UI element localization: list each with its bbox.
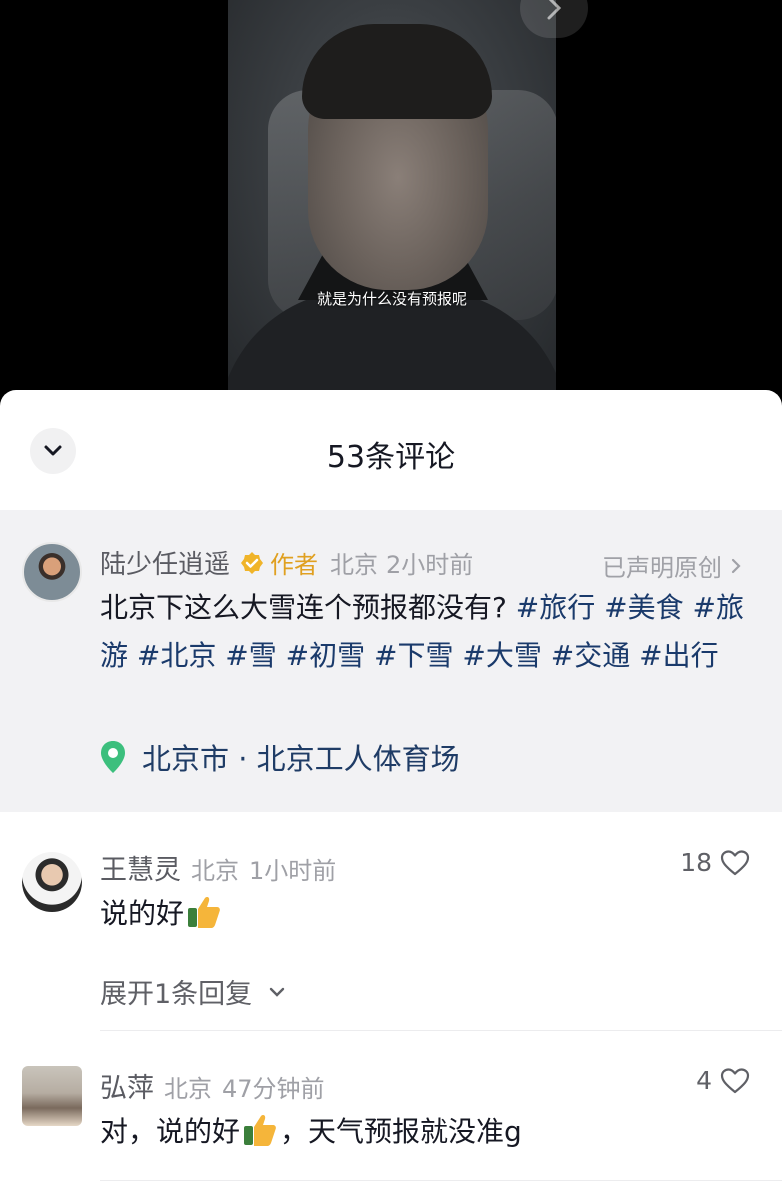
comment-location: 北京 (191, 857, 239, 885)
hashtag[interactable]: #大雪 (462, 639, 541, 672)
chevron-right-icon (731, 558, 741, 573)
heart-outline-icon (720, 1067, 750, 1093)
like-count: 18 (680, 848, 712, 877)
sheet-header: 53条评论 (0, 390, 782, 510)
comment-divider (100, 1180, 782, 1181)
hashtag[interactable]: #下雪 (374, 639, 453, 672)
hashtag[interactable]: #旅行 (516, 591, 595, 624)
hashtag[interactable]: #初雪 (286, 639, 365, 672)
author-post: 陆少任逍遥 作者 北京 2小时前 已声明原创 北京下这么大雪连个预报都没有? #… (0, 510, 782, 812)
video-hair (302, 24, 492, 119)
expand-replies-button[interactable]: 展开1条回复 (100, 972, 286, 1011)
caption-text: 北京下这么大雪连个预报都没有? (100, 591, 516, 624)
location-pin-icon (101, 741, 125, 773)
sheet-title: 53条评论 (326, 440, 456, 475)
comment-header: 弘萍 北京 47分钟前 (100, 1066, 325, 1105)
hashtag[interactable]: #雪 (225, 639, 276, 672)
hashtag[interactable]: #美食 (604, 591, 683, 624)
video-player[interactable]: 就是为什么没有预报呢 (0, 0, 782, 400)
expand-replies-label: 展开1条回复 (100, 979, 253, 1010)
heart-outline-icon (720, 849, 750, 875)
video-frame: 就是为什么没有预报呢 (228, 0, 556, 390)
original-label: 已声明原创 (602, 554, 722, 582)
author-username[interactable]: 陆少任逍遥 (100, 544, 230, 581)
commenter-username[interactable]: 王慧灵 (100, 848, 181, 887)
comment-body-start: 对，说的好 (100, 1115, 241, 1148)
chevron-right-icon (547, 0, 562, 20)
comment-divider (100, 1030, 782, 1031)
commenter-avatar[interactable] (22, 1066, 82, 1126)
thumbs-up-emoji (188, 897, 220, 928)
comment-text: 对，说的好 ，天气预报就没准g (100, 1110, 522, 1150)
comment-header: 王慧灵 北京 1小时前 (100, 848, 336, 887)
comment-location: 北京 (164, 1075, 212, 1103)
comment-body-end: ，天气预报就没准g (280, 1115, 522, 1148)
video-subtitle: 就是为什么没有预报呢 (316, 290, 467, 308)
original-declaration-link[interactable]: 已声明原创 (602, 548, 742, 583)
like-button[interactable]: 4 (696, 1066, 750, 1095)
author-tag: 作者 (270, 551, 319, 579)
comment-time: 47分钟前 (222, 1075, 325, 1103)
post-caption: 北京下这么大雪连个预报都没有? #旅行 #美食 #旅游 #北京 #雪 #初雪 #… (100, 584, 760, 680)
comment-sheet: 53条评论 陆少任逍遥 作者 北京 2小时前 已声明原创 北京下这么大雪连个预报… (0, 390, 782, 1200)
comment-time: 1小时前 (249, 857, 337, 885)
commenter-username[interactable]: 弘萍 (100, 1066, 154, 1105)
verified-badge-icon (241, 551, 264, 574)
location-text: 北京市 · 北京工人体育场 (142, 742, 460, 776)
location-link[interactable]: 北京市 · 北京工人体育场 (100, 736, 460, 778)
hashtag[interactable]: #北京 (137, 639, 216, 672)
comment-body: 说的好 (100, 897, 185, 930)
author-location-meta: 北京 (330, 551, 379, 579)
like-count: 4 (696, 1066, 712, 1095)
commenter-avatar[interactable] (22, 852, 82, 912)
author-avatar[interactable] (22, 542, 82, 602)
chevron-down-icon (269, 987, 285, 997)
thumbs-up-emoji (244, 1115, 276, 1146)
hashtag[interactable]: #出行 (639, 639, 718, 672)
comment-text: 说的好 (100, 892, 224, 932)
like-button[interactable]: 18 (680, 848, 750, 877)
author-name-line: 陆少任逍遥 作者 北京 2小时前 (100, 544, 473, 581)
author-post-time: 2小时前 (386, 551, 474, 579)
hashtag[interactable]: #交通 (551, 639, 630, 672)
